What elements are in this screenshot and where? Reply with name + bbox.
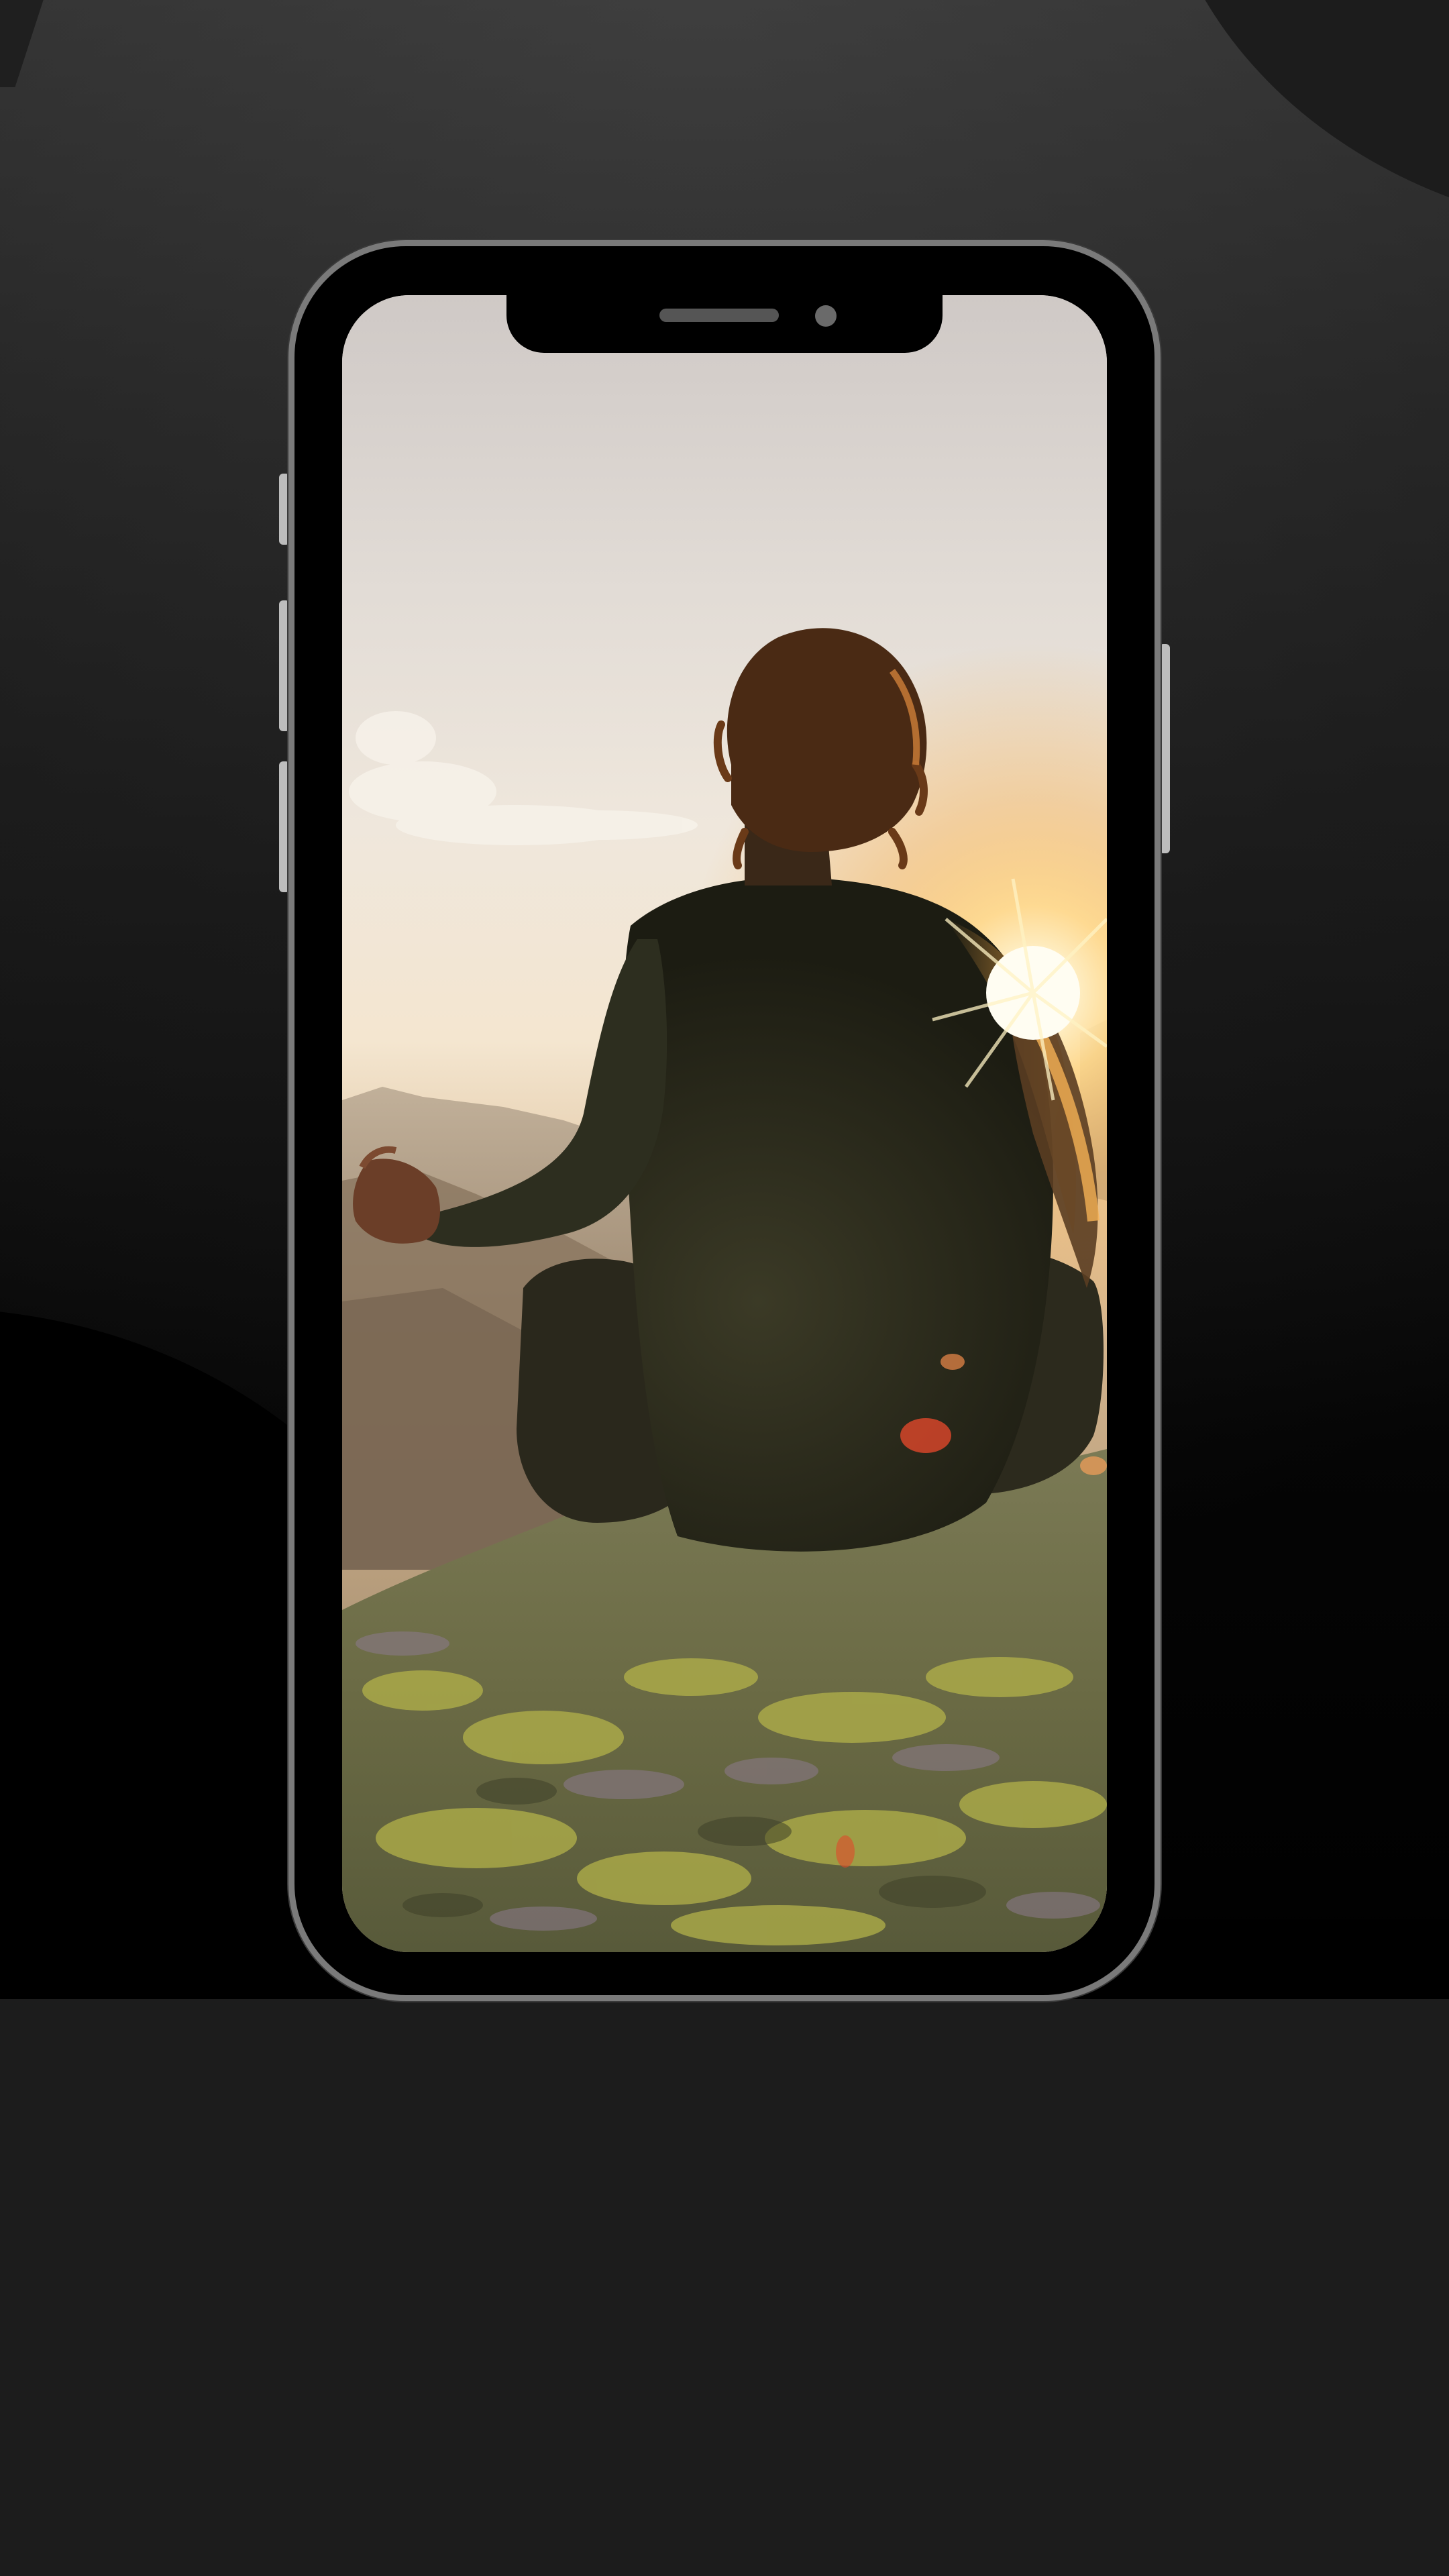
wallpaper-image: [342, 295, 1107, 1952]
earpiece-speaker: [659, 309, 779, 322]
phone-screen[interactable]: [342, 295, 1107, 1952]
front-camera-icon: [815, 305, 837, 327]
power-button[interactable]: [1159, 644, 1170, 853]
mockup-stage: [0, 0, 1449, 2576]
